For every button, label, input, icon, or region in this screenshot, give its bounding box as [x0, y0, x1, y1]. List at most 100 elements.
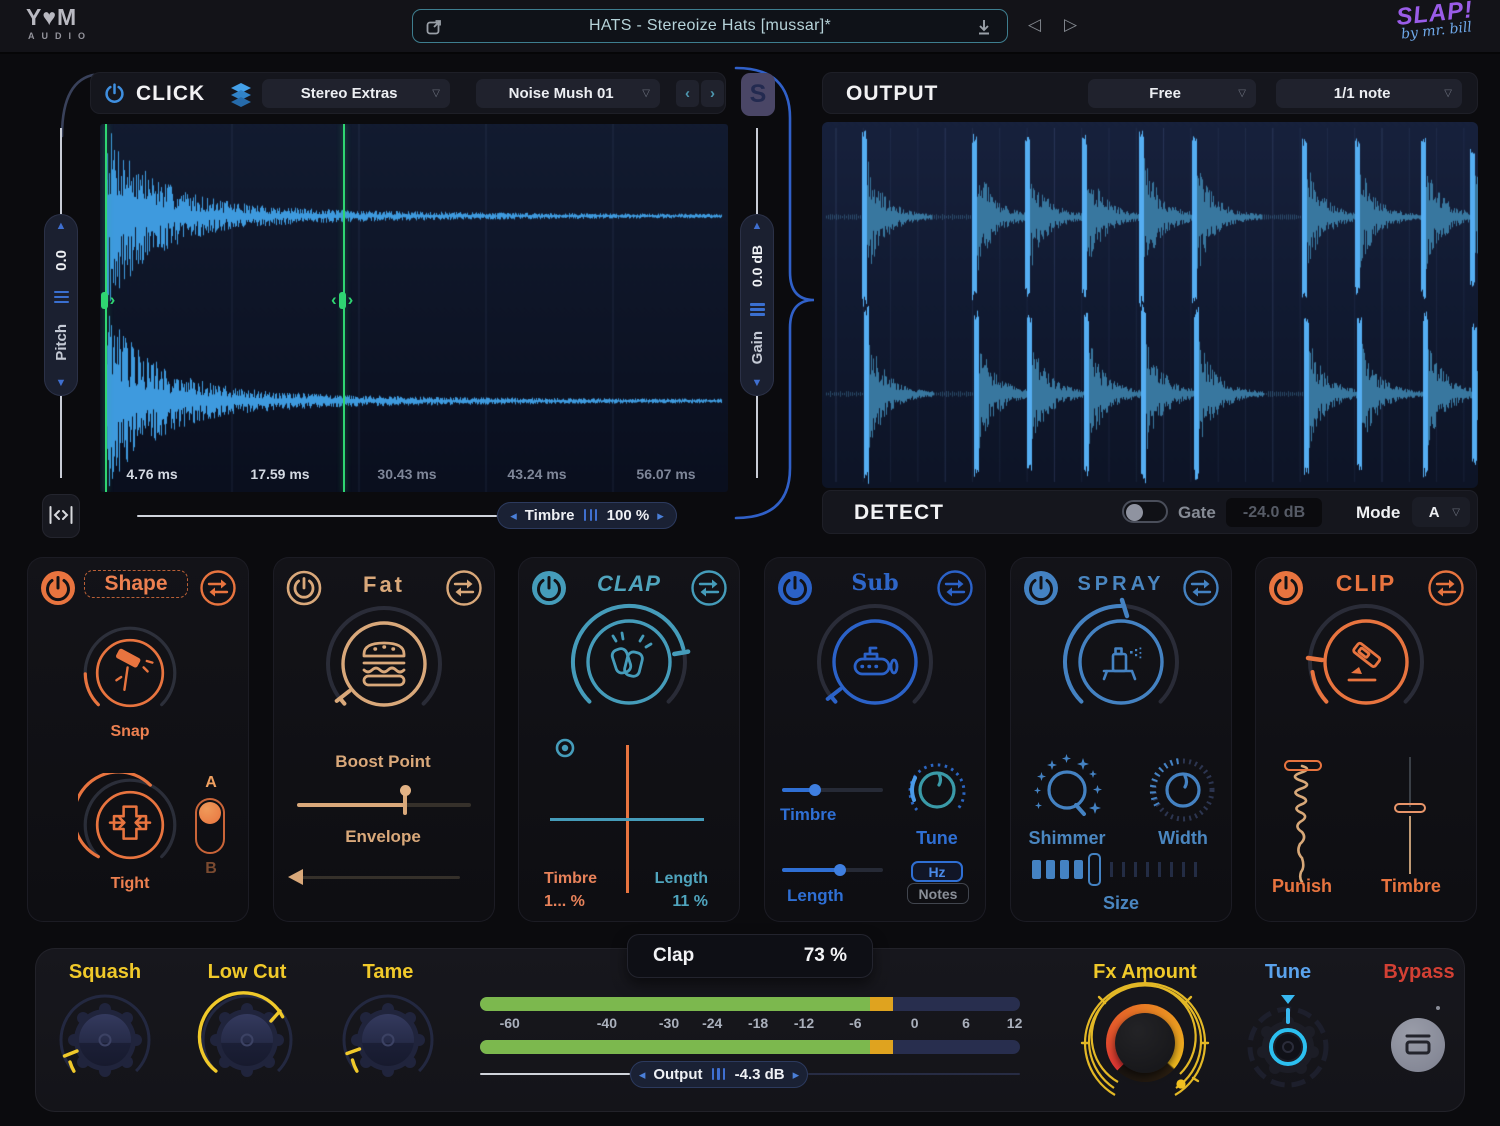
fx-amount-knob-cap[interactable] [1115, 1013, 1175, 1073]
size-segment[interactable] [1032, 860, 1041, 879]
size-segment[interactable] [1060, 860, 1069, 879]
sub-timbre-track[interactable] [815, 788, 883, 792]
output-slider-track-right[interactable] [808, 1073, 1020, 1075]
boost-point-track-filled[interactable] [297, 803, 405, 807]
lowcut-knob[interactable] [197, 990, 297, 1090]
click-layer-dropdown[interactable]: Stereo Extras▽ [262, 79, 450, 108]
pitch-track-top[interactable] [60, 128, 62, 216]
clip-timbre-track-bottom[interactable] [1409, 816, 1411, 874]
fat-knob[interactable] [319, 599, 449, 729]
fat-ab-swap-button[interactable] [445, 569, 483, 610]
increment-arrow-icon[interactable]: ▸ [657, 509, 664, 522]
sub-tune-label: Tune [904, 828, 970, 849]
click-timbre-value: 100 % [607, 507, 650, 524]
pitch-track-bottom[interactable] [60, 396, 62, 478]
click-power-icon[interactable] [102, 81, 127, 106]
spray-knob[interactable] [1056, 597, 1186, 727]
preset-name[interactable]: HATS - Stereoize Hats [mussar]* [413, 17, 1007, 35]
spray-shimmer-knob[interactable] [1027, 750, 1107, 830]
sample-trim-button[interactable] [42, 494, 80, 538]
preset-prev-button[interactable]: ◁ [1022, 13, 1046, 37]
size-handle[interactable] [1088, 853, 1101, 886]
sub-tune-knob[interactable] [899, 752, 975, 828]
click-sample-next-button[interactable]: › [701, 80, 724, 107]
ab-toggle-knob[interactable] [199, 802, 221, 824]
layers-icon[interactable] [227, 80, 255, 108]
gain-capsule[interactable]: ▲ 0.0 dB Gain ▼ [740, 214, 774, 396]
bypass-button[interactable] [1391, 1018, 1445, 1072]
clip-power-button[interactable] [1267, 569, 1305, 610]
shape-power-button[interactable] [39, 569, 77, 610]
preset-next-button[interactable]: ▷ [1058, 13, 1082, 37]
spray-width-knob[interactable] [1143, 750, 1223, 830]
gain-track-bottom[interactable] [756, 396, 758, 478]
gain-up-arrow[interactable]: ▲ [752, 221, 763, 232]
fat-title: Fat [333, 572, 435, 598]
squash-knob[interactable] [55, 990, 155, 1090]
ab-toggle[interactable] [195, 798, 225, 854]
click-preset-dropdown[interactable]: Noise Mush 01▽ [476, 79, 660, 108]
clap-power-button[interactable] [530, 569, 568, 610]
output-gain-slider[interactable]: ◂ Output -4.3 dB ▸ [630, 1061, 808, 1088]
output-sync-dropdown[interactable]: Free▽ [1088, 79, 1256, 108]
sample-start-marker-handle[interactable]: ‹› [100, 290, 115, 310]
boost-point-handle-cap[interactable] [400, 785, 411, 796]
meter-tick-label: -40 [597, 1015, 617, 1031]
sub-hz-button[interactable]: Hz [911, 861, 963, 882]
gain-track-top[interactable] [756, 128, 758, 216]
envelope-handle[interactable] [288, 869, 303, 885]
increment-arrow-icon[interactable]: ▸ [793, 1068, 800, 1081]
tame-knob[interactable] [338, 990, 438, 1090]
fat-power-button[interactable] [285, 569, 323, 610]
sub-timbre-handle[interactable] [809, 784, 821, 796]
clip-timbre-track-top[interactable] [1409, 757, 1411, 807]
envelope-track[interactable] [300, 876, 460, 879]
boost-point-track[interactable] [405, 803, 471, 807]
click-timbre-track[interactable] [137, 515, 497, 517]
clip-ab-swap-button[interactable] [1427, 569, 1465, 610]
spray-ab-swap-button[interactable] [1182, 569, 1220, 610]
click-timbre-slider[interactable]: ◂ Timbre 100 % ▸ [497, 502, 677, 529]
sub-length-track[interactable] [840, 868, 883, 872]
size-segment[interactable] [1046, 860, 1055, 879]
output-note-dropdown[interactable]: 1/1 note▽ [1276, 79, 1462, 108]
sub-ab-swap-button[interactable] [936, 569, 974, 610]
pitch-up-arrow[interactable]: ▲ [56, 221, 67, 232]
decrement-arrow-icon[interactable]: ◂ [639, 1068, 646, 1081]
sub-notes-button[interactable]: Notes [907, 883, 969, 904]
output-slider-track-left[interactable] [480, 1073, 630, 1075]
size-segment[interactable] [1074, 860, 1083, 879]
tight-knob[interactable] [78, 773, 182, 877]
clip-timbre-handle[interactable] [1394, 803, 1426, 813]
shape-ab-swap-button[interactable] [199, 569, 237, 610]
clap-knob[interactable] [564, 597, 694, 727]
gate-toggle-knob[interactable] [1126, 504, 1143, 521]
snap-knob[interactable] [78, 621, 182, 725]
gate-label: Gate [1178, 503, 1216, 523]
pitch-capsule[interactable]: ▲ 0.0 Pitch ▼ [44, 214, 78, 396]
save-preset-icon[interactable] [975, 18, 993, 36]
detect-mode-dropdown[interactable]: A▽ [1412, 497, 1470, 527]
sample-split-marker-handle[interactable]: ‹› [331, 290, 353, 310]
export-icon[interactable] [425, 18, 443, 36]
meter-tick-label: -6 [849, 1015, 861, 1031]
click-sample-prev-button[interactable]: ‹ [676, 80, 699, 107]
sub-length-handle[interactable] [834, 864, 846, 876]
punish-handle[interactable] [1284, 760, 1322, 771]
sub-length-track-filled[interactable] [782, 868, 840, 872]
decrement-arrow-icon[interactable]: ◂ [510, 509, 517, 522]
punish-squiggle [1288, 764, 1316, 882]
clap-ab-swap-button[interactable] [690, 569, 728, 610]
gate-threshold-value[interactable]: -24.0 dB [1226, 498, 1322, 527]
clip-knob[interactable] [1301, 597, 1431, 727]
preset-bar[interactable]: HATS - Stereoize Hats [mussar]* [412, 9, 1008, 43]
footer-tune-knob[interactable] [1243, 1002, 1333, 1092]
pitch-down-arrow[interactable]: ▼ [56, 378, 67, 389]
sub-knob[interactable] [810, 597, 940, 727]
click-solo-button[interactable]: S [741, 73, 775, 116]
gate-toggle[interactable] [1122, 500, 1168, 523]
gain-down-arrow[interactable]: ▼ [752, 378, 763, 389]
size-tick [1158, 862, 1161, 877]
spray-power-button[interactable] [1022, 569, 1060, 610]
sub-power-button[interactable] [776, 569, 814, 610]
